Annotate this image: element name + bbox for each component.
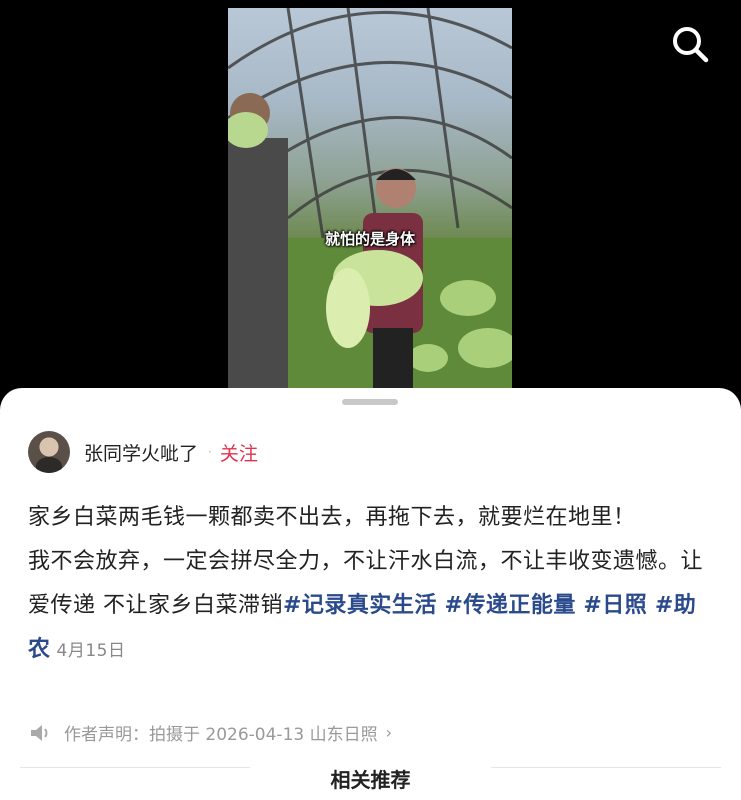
hashtag-2[interactable]: #传递正能量 xyxy=(444,593,575,618)
avatar[interactable] xyxy=(28,431,70,473)
declaration-text: 作者声明：拍摄于 2026-04-13 山东日照 xyxy=(64,725,378,745)
search-icon xyxy=(673,27,709,63)
hashtag-3[interactable]: #日照 xyxy=(583,593,647,618)
separator-dot: · xyxy=(208,445,212,459)
follow-button[interactable]: 关注 xyxy=(220,439,258,466)
description-line-2: 我不会放弃，一定会拼尽全力，不让汗水白流，不让丰收变遗憾。让爱传递 不让家乡白菜… xyxy=(28,540,716,673)
description-line-1: 家乡白菜两毛钱一颗都卖不出去，再拖下去，就要烂在地里！ xyxy=(28,505,636,530)
author-row: 张同学火呲了 · 关注 xyxy=(28,430,258,474)
video-player[interactable]: 就怕的是身体 xyxy=(228,8,512,390)
video-still xyxy=(228,8,512,390)
video-subtitle: 就怕的是身体 xyxy=(324,230,415,248)
chevron-right-icon: › xyxy=(385,723,393,742)
video-area[interactable]: 就怕的是身体 xyxy=(0,0,741,400)
author-declaration[interactable]: 作者声明：拍摄于 2026-04-13 山东日照 › xyxy=(30,720,392,745)
speaker-icon xyxy=(31,724,48,741)
hashtag-1[interactable]: #记录真实生活 xyxy=(283,593,437,618)
description-sheet: 张同学火呲了 · 关注 家乡白菜两毛钱一颗都卖不出去，再拖下去，就要烂在地里！ … xyxy=(0,388,741,800)
post-date: 4月15日 xyxy=(56,641,126,661)
drag-handle[interactable] xyxy=(342,399,398,405)
author-name[interactable]: 张同学火呲了 xyxy=(84,439,198,466)
search-button[interactable] xyxy=(668,22,712,66)
related-recommendations-title[interactable]: 相关推荐 xyxy=(0,764,741,793)
post-description: 家乡白菜两毛钱一颗都卖不出去，再拖下去，就要烂在地里！ 我不会放弃，一定会拼尽全… xyxy=(28,496,716,673)
